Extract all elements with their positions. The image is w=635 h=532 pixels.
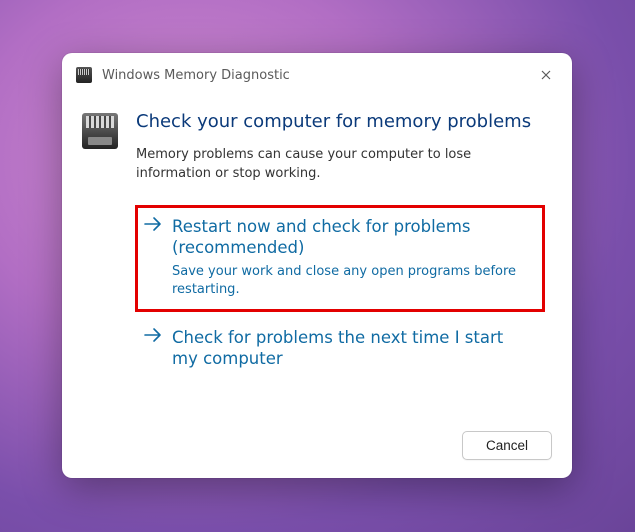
arrow-right-icon: [144, 327, 162, 370]
cancel-button[interactable]: Cancel: [462, 431, 552, 460]
memory-chip-large-icon: [82, 113, 118, 149]
memory-chip-icon: [76, 67, 92, 83]
titlebar: Windows Memory Diagnostic: [62, 53, 572, 93]
option-check-next-start[interactable]: Check for problems the next time I start…: [136, 317, 544, 382]
content-area: Check your computer for memory problems …: [62, 93, 572, 417]
window-title: Windows Memory Diagnostic: [102, 68, 530, 83]
option-body: Restart now and check for problems (reco…: [172, 216, 532, 299]
option-body: Check for problems the next time I start…: [172, 327, 532, 370]
option-subtitle: Save your work and close any open progra…: [172, 263, 532, 299]
option-restart-now[interactable]: Restart now and check for problems (reco…: [136, 206, 544, 311]
close-button[interactable]: [530, 61, 562, 89]
description-text: Memory problems can cause your computer …: [136, 146, 544, 184]
close-icon: [541, 70, 551, 80]
main-column: Check your computer for memory problems …: [136, 111, 544, 417]
memory-diagnostic-window: Windows Memory Diagnostic Check your com…: [62, 53, 572, 478]
page-heading: Check your computer for memory problems: [136, 111, 544, 132]
option-title: Check for problems the next time I start…: [172, 327, 532, 370]
arrow-right-icon: [144, 216, 162, 299]
footer: Cancel: [62, 417, 572, 478]
option-title: Restart now and check for problems (reco…: [172, 216, 532, 259]
